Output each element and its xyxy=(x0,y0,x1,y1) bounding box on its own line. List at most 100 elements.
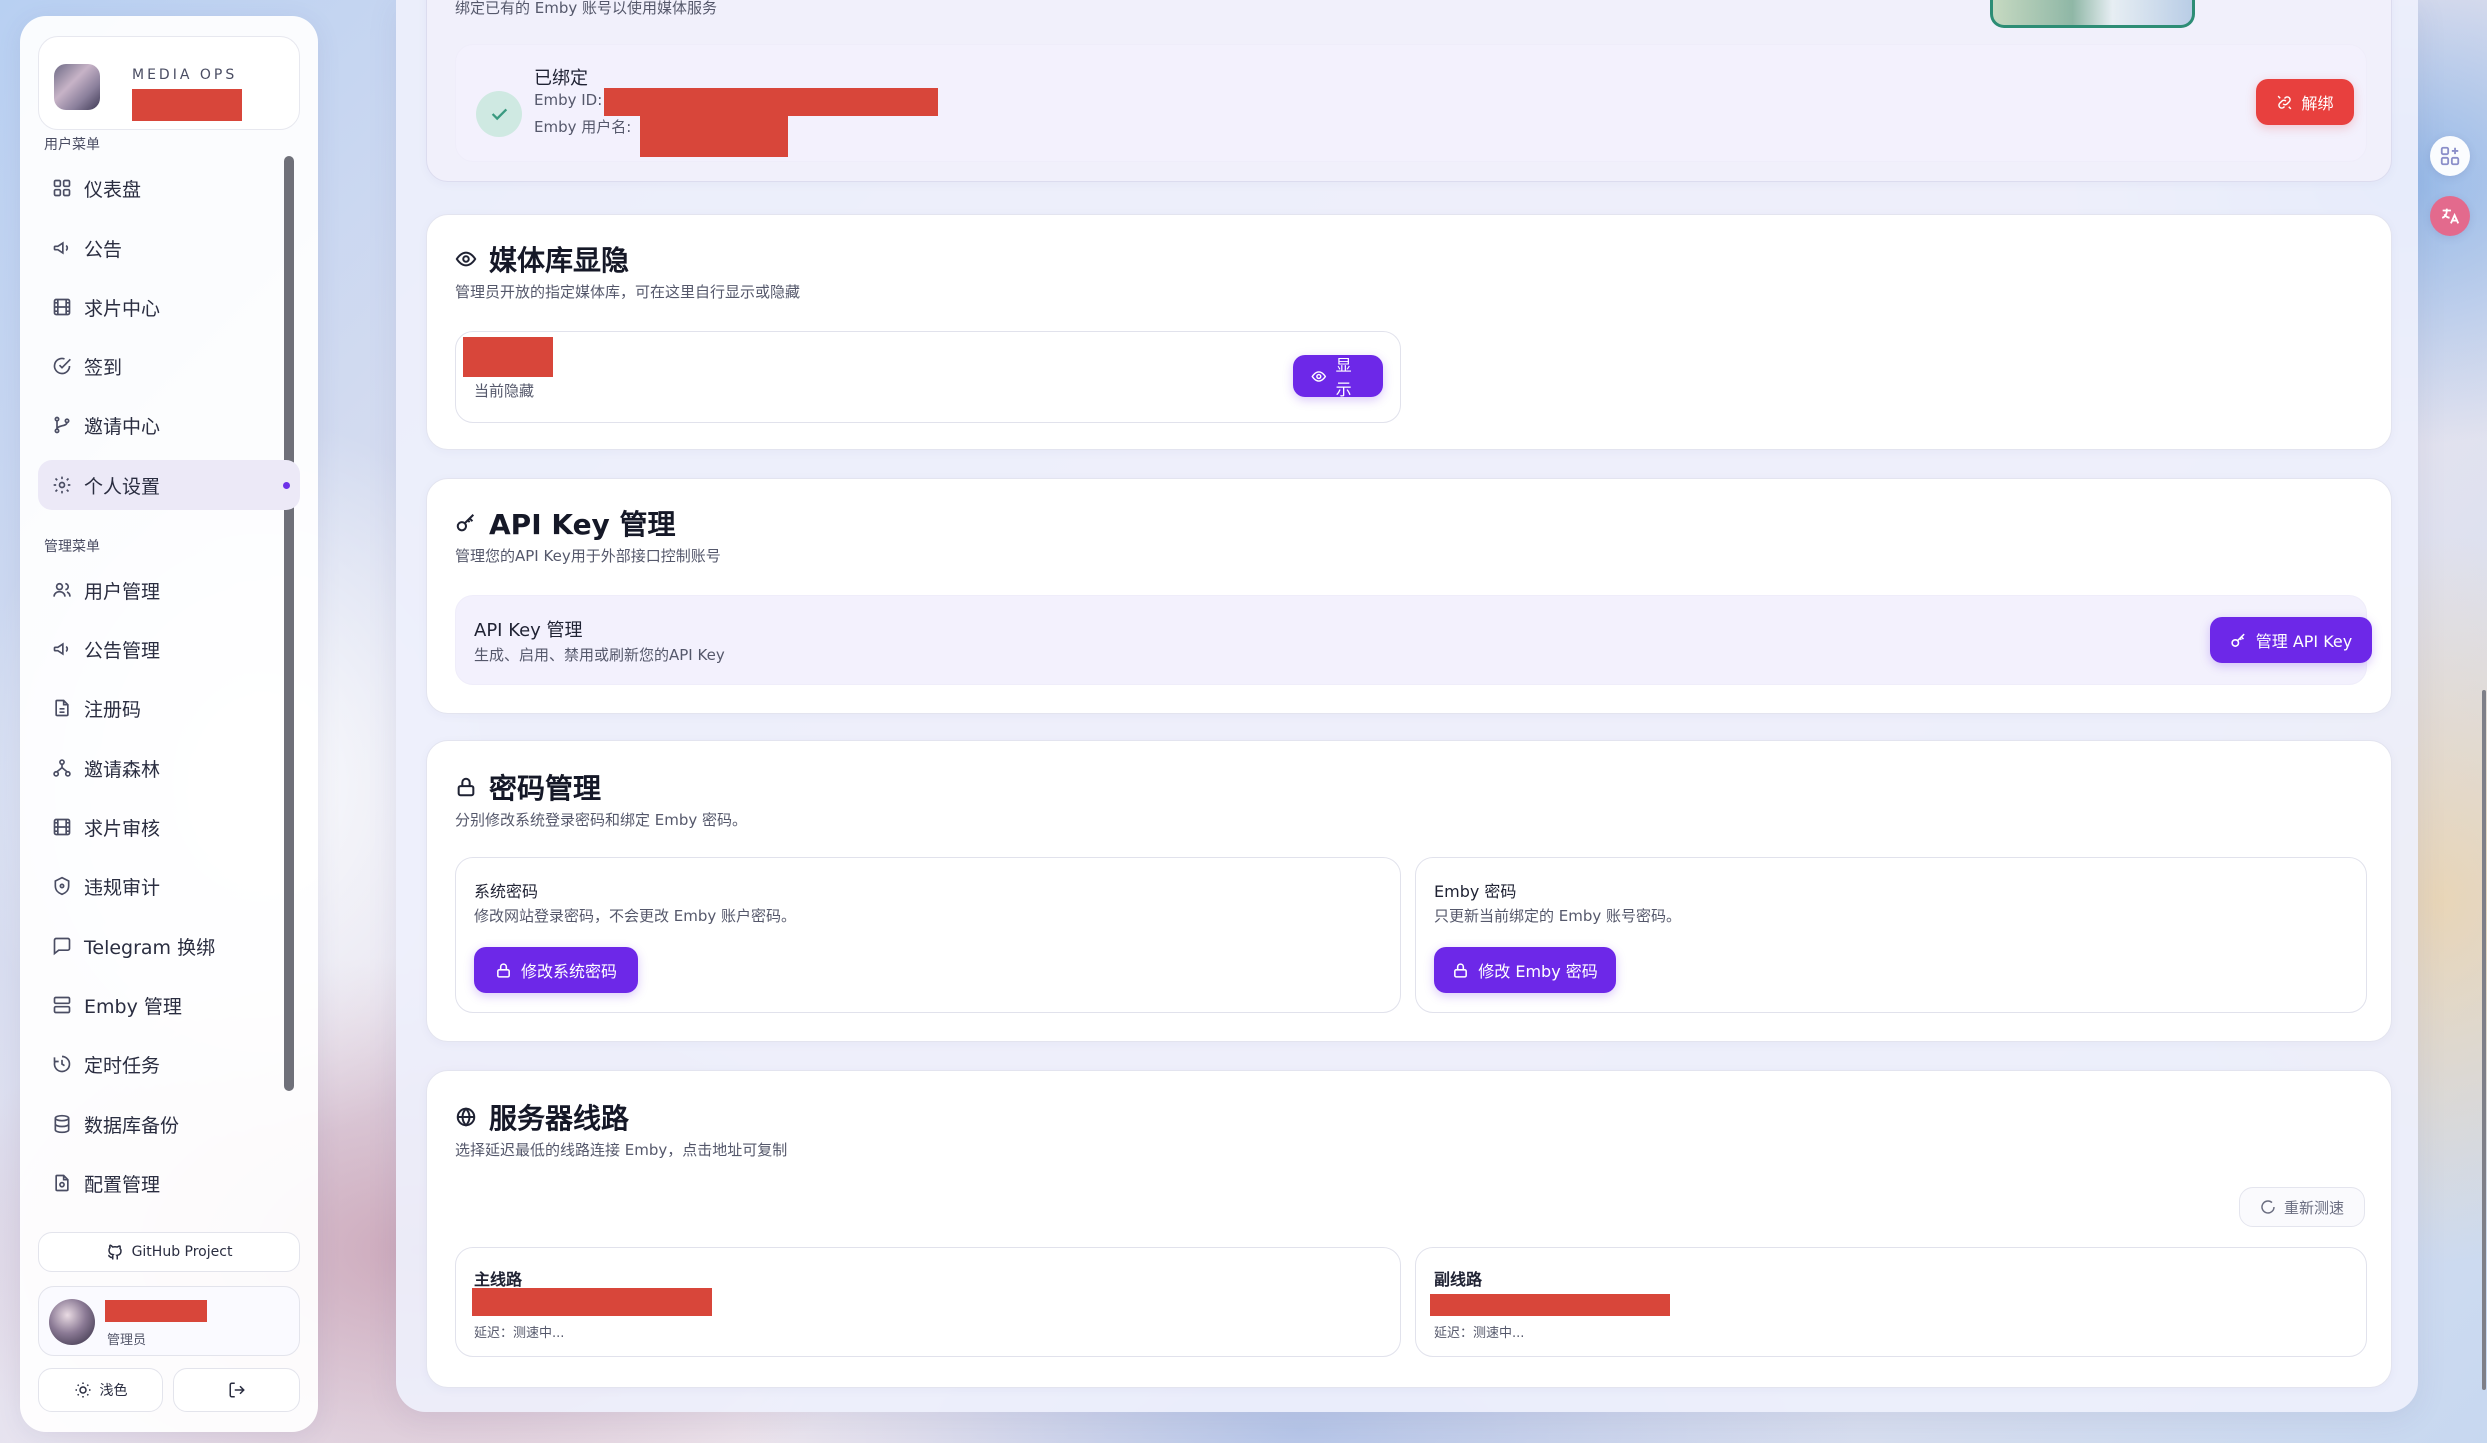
sidebar-item-settings[interactable]: 个人设置 xyxy=(38,460,300,510)
sidebar-item-label: Emby 管理 xyxy=(84,995,182,1018)
shield-icon xyxy=(54,876,70,896)
change-system-password-label: 修改系统密码 xyxy=(520,962,617,981)
sidebar-item-label: 个人设置 xyxy=(84,475,161,498)
redacted-username xyxy=(105,1300,207,1322)
system-password-box: 系统密码 修改网站登录密码，不会更改 Emby 账户密码。 修改系统密码 xyxy=(455,857,1401,1013)
sidebar-item-label: 公告 xyxy=(84,238,123,261)
sidebar-item-requests[interactable]: 求片中心 xyxy=(38,282,300,332)
media-library-item: 当前隐藏 显示 xyxy=(455,331,1401,423)
sidebar-item-config-management[interactable]: 配置管理 xyxy=(38,1158,300,1208)
sidebar-item-label: 注册码 xyxy=(84,698,142,721)
unbind-button[interactable]: 解绑 xyxy=(2256,79,2354,125)
sidebar-item-label: Telegram 换绑 xyxy=(84,936,216,959)
retest-speed-button[interactable]: 重新测速 xyxy=(2239,1187,2365,1227)
sidebar: MEDIA OPS 用户菜单 仪表盘 公告 求片中心 签到 邀请中心 个人设置 … xyxy=(20,16,318,1432)
sidebar-item-emby-management[interactable]: Emby 管理 xyxy=(38,980,300,1030)
bound-status-circle xyxy=(476,91,522,137)
password-subtitle: 分别修改系统登录密码和绑定 Emby 密码。 xyxy=(455,811,748,829)
redacted-primary-route-address[interactable] xyxy=(472,1288,712,1316)
api-key-row-title: API Key 管理 xyxy=(474,620,583,641)
sidebar-item-label: 违规审计 xyxy=(84,876,161,899)
active-indicator-dot xyxy=(283,482,290,489)
server-routes-heading: 服务器线路 xyxy=(455,1097,629,1137)
film-icon xyxy=(53,298,71,316)
secondary-route-box[interactable]: 副线路 延迟：测速中... xyxy=(1415,1247,2367,1357)
emby-password-desc: 只更新当前绑定的 Emby 账号密码。 xyxy=(1434,907,1682,925)
apps-add-icon xyxy=(2440,146,2460,166)
translate-float-button[interactable] xyxy=(2430,196,2470,236)
document-icon xyxy=(55,699,69,717)
password-title: 密码管理 xyxy=(489,772,602,805)
users-icon xyxy=(53,582,71,597)
api-key-row: API Key 管理 生成、启用、禁用或刷新您的API Key 管理 API K… xyxy=(455,595,2372,685)
show-library-button[interactable]: 显示 xyxy=(1293,355,1383,399)
secondary-route-latency: 延迟：测速中... xyxy=(1434,1326,1525,1341)
brand-card[interactable]: MEDIA OPS xyxy=(38,36,300,130)
retest-label: 重新测速 xyxy=(2283,1198,2344,1217)
emby-username-label: Emby 用户名: xyxy=(534,118,632,136)
server-routes-title: 服务器线路 xyxy=(489,1102,630,1135)
sidebar-item-request-review[interactable]: 求片审核 xyxy=(38,802,300,852)
sidebar-item-announcements[interactable]: 公告 xyxy=(38,223,300,273)
api-key-title: API Key 管理 xyxy=(489,508,676,541)
password-heading: 密码管理 xyxy=(455,767,601,807)
redacted-site-name xyxy=(132,89,242,121)
megaphone-icon xyxy=(53,642,69,656)
redacted-emby-username xyxy=(640,113,788,157)
sidebar-item-announcement-management[interactable]: 公告管理 xyxy=(38,624,300,674)
database-icon xyxy=(54,1114,70,1134)
globe-icon xyxy=(456,1107,476,1127)
logout-button[interactable] xyxy=(173,1368,300,1412)
current-user-card[interactable]: 管理员 xyxy=(38,1286,300,1356)
theme-toggle-button[interactable]: 浅色 xyxy=(38,1368,163,1412)
megaphone-icon xyxy=(53,241,69,255)
brand-title: MEDIA OPS xyxy=(132,67,238,83)
sidebar-item-invites[interactable]: 邀请中心 xyxy=(38,400,300,450)
unlink-icon xyxy=(2278,95,2292,109)
github-icon xyxy=(107,1244,122,1260)
system-password-title: 系统密码 xyxy=(474,882,539,901)
lock-icon xyxy=(457,777,475,797)
sidebar-item-telegram-rebind[interactable]: Telegram 换绑 xyxy=(38,921,300,971)
lock-icon xyxy=(1454,962,1468,978)
change-emby-password-button[interactable]: 修改 Emby 密码 xyxy=(1434,947,1616,993)
branch-icon xyxy=(54,416,70,434)
sidebar-item-registration-codes[interactable]: 注册码 xyxy=(38,683,300,733)
api-key-subtitle: 管理您的API Key用于外部接口控制账号 xyxy=(455,547,721,565)
manage-api-key-button[interactable]: 管理 API Key xyxy=(2210,617,2372,663)
sidebar-item-scheduled-tasks[interactable]: 定时任务 xyxy=(38,1039,300,1089)
user-menu-label: 用户菜单 xyxy=(44,137,100,153)
primary-route-latency: 延迟：测速中... xyxy=(474,1326,565,1341)
primary-route-name: 主线路 xyxy=(474,1270,523,1289)
sidebar-item-invite-forest[interactable]: 邀请森林 xyxy=(38,743,300,793)
sidebar-item-violation-audit[interactable]: 违规审计 xyxy=(38,861,300,911)
key-icon xyxy=(2231,633,2245,647)
sidebar-item-database-backup[interactable]: 数据库备份 xyxy=(38,1099,300,1149)
film-icon xyxy=(53,818,71,836)
redacted-secondary-route-address[interactable] xyxy=(1430,1294,1670,1316)
github-project-button[interactable]: GitHub Project xyxy=(38,1232,300,1272)
primary-route-box[interactable]: 主线路 延迟：测速中... xyxy=(455,1247,1401,1357)
api-key-card: API Key 管理 管理您的API Key用于外部接口控制账号 API Key… xyxy=(426,478,2392,714)
sidebar-item-checkin[interactable]: 签到 xyxy=(38,341,300,391)
sidebar-item-label: 仪表盘 xyxy=(84,178,142,201)
bound-status-text: 已绑定 xyxy=(534,68,588,89)
page-scrollbar[interactable] xyxy=(2482,690,2486,1390)
media-library-heading: 媒体库显隐 xyxy=(455,239,629,279)
user-role: 管理员 xyxy=(107,1333,147,1348)
change-emby-password-label: 修改 Emby 密码 xyxy=(1478,962,1598,981)
apps-float-button[interactable] xyxy=(2430,136,2470,176)
system-password-desc: 修改网站登录密码，不会更改 Emby 账户密码。 xyxy=(474,907,797,925)
sidebar-item-dashboard[interactable]: 仪表盘 xyxy=(38,163,300,213)
avatar xyxy=(49,1299,95,1345)
sidebar-item-user-management[interactable]: 用户管理 xyxy=(38,565,300,615)
emby-password-box: Emby 密码 只更新当前绑定的 Emby 账号密码。 修改 Emby 密码 xyxy=(1415,857,2367,1013)
change-system-password-button[interactable]: 修改系统密码 xyxy=(474,947,638,993)
api-key-row-desc: 生成、启用、禁用或刷新您的API Key xyxy=(474,646,725,664)
sidebar-item-label: 求片审核 xyxy=(84,817,161,840)
server-routes-subtitle: 选择延迟最低的线路连接 Emby，点击地址可复制 xyxy=(455,1141,788,1159)
sidebar-item-label: 签到 xyxy=(84,356,123,379)
gear-icon xyxy=(53,476,71,494)
redacted-emby-id xyxy=(604,88,938,116)
config-file-icon xyxy=(55,1174,69,1192)
